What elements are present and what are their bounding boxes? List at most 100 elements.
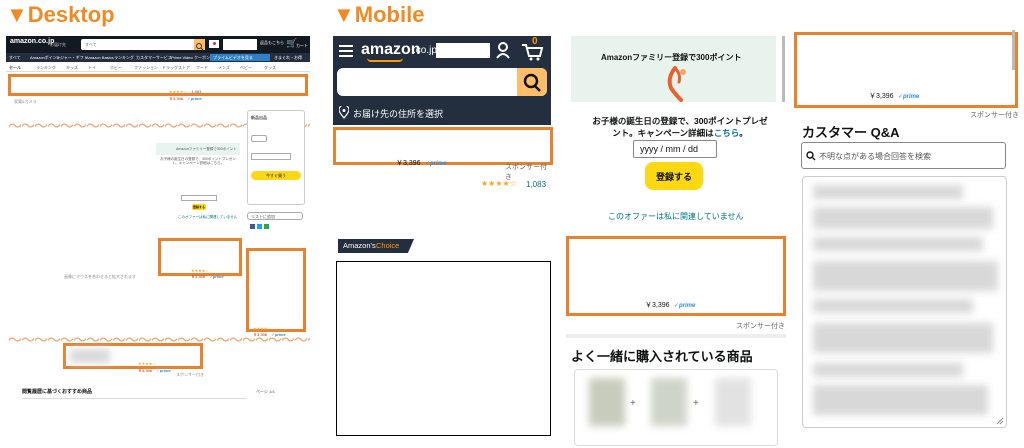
category-item[interactable]: キッズ [66,65,78,71]
desktop-family-desc: お子様の誕生日の登録で、300ポイントプレゼント。キャンペーン詳細はこちら。 [160,157,236,165]
amazons-choice-badge: Amazon's Choice [338,239,414,253]
category-item[interactable]: ベビー [240,65,252,71]
category-item[interactable]: フード [196,65,208,71]
category-item[interactable]: ホビー [110,65,122,71]
plus-icon: + [693,398,699,409]
family-title: Amazonファミリー登録で300ポイント [601,53,742,62]
family-ad-highlight[interactable]: ￥3,396 ✓prime [566,236,786,316]
line-icon[interactable] [264,224,269,229]
qa-search-input[interactable]: 不明な点がある場合回答を検索 [801,142,1006,169]
desktop-nav-item[interactable]: すべて [9,55,21,61]
hamburger-icon[interactable] [339,45,353,57]
desktop-nav-item[interactable]: クーポン [194,55,210,61]
desktop-recs-page: ページ 1/4 [256,389,275,394]
desktop-date-input[interactable] [181,195,217,201]
desktop-family-banner[interactable]: Amazonファミリー登録で300ポイント [156,143,240,155]
category-item[interactable]: ランキング [36,65,56,71]
family-description: お子様の誕生日の登録で、300ポイントプレゼ ント。キャンペーン詳細はこちら。 [592,116,768,138]
desktop-nav-item[interactable]: Amazon Basics [86,55,114,60]
qa-panel: ￥3,396 ✓prime スポンサー付き カスタマー Q&A 不明な点がある場… [794,30,1020,446]
desktop-panel: amazon.co.jp お届け先 すべて 返品もこちら 🛒 カート すべて A… [6,36,310,446]
desktop-nav-item[interactable]: Prime Video [171,55,193,60]
desktop-nav-item[interactable]: きまぐれ・お得 [274,55,302,61]
family-sponsored: スポンサー付き [736,323,785,330]
category-item[interactable]: セール [9,65,21,71]
quantity-select[interactable] [251,135,267,142]
not-related-link[interactable]: このオファーは私に関連していません [608,211,744,222]
desktop-deliver[interactable]: お届け先 [50,42,66,48]
flag-icon[interactable] [209,40,219,48]
desktop-bottom-ad-highlight[interactable]: ★★★★☆ ￥3,396 ✓prime [63,343,203,373]
qa-title: カスタマー Q&A [802,125,900,140]
delivery-select[interactable] [251,153,291,160]
resize-handle-icon[interactable] [996,417,1004,425]
plus-icon: + [630,398,636,409]
add-to-list-button[interactable]: リストに追加 [247,212,303,220]
desktop-buy-box: 新品出品 今すぐ買う [247,110,305,205]
desktop-nav-item[interactable]: カスタマーサービス [136,55,172,61]
desktop-subnav: すべて Amazonポイント レジャー・ギフト Amazon Basics ラン… [6,53,310,62]
desktop-logo[interactable]: amazon.co.jp [10,38,54,45]
location-pin-icon [339,106,349,119]
desktop-returns[interactable]: 返品もこちら [260,40,284,46]
rating-count[interactable]: 1,083 [526,180,546,189]
desktop-image-caption: 画像にマウスを合わせると拡大されます [64,274,136,279]
twitter-icon[interactable] [257,224,262,229]
qa-results[interactable] [802,176,1007,428]
desktop-header: ▼Desktop [6,2,115,27]
category-item[interactable]: ファッション [134,65,158,71]
facebook-icon[interactable] [250,224,255,229]
desktop-side-ad-highlight[interactable]: ★★★★☆ ￥3,396 ✓prime [246,248,306,337]
qa-sponsored: スポンサー付き [970,112,1019,119]
birthday-date-input[interactable]: yyyy / mm / dd [633,140,717,158]
desktop-top-ad-highlight[interactable]: ★★★★☆ 1,083 ￥3,396 ✓prime [8,74,308,101]
desktop-cart-label[interactable]: カート [296,43,308,49]
desktop-navbar: amazon.co.jp お届け先 すべて 返品もこちら 🛒 カート [6,36,310,53]
mobile-search-input[interactable] [337,68,547,96]
campaign-link[interactable]: こちら [714,128,740,138]
search-icon [523,73,541,92]
desktop-middle-ad-highlight[interactable]: ★★★★☆ ￥3,396 ✓prime [158,238,242,279]
smile-icon [367,58,403,62]
scrollbar[interactable] [782,36,785,102]
mobile-deliver[interactable]: お届け先の住所を選択 [353,107,443,120]
mobile-product-image[interactable] [336,261,551,436]
desktop-search-button[interactable] [194,39,205,51]
category-item[interactable]: グッズ [264,65,276,71]
fbt-product-image[interactable] [715,378,751,426]
fbt-product-image[interactable] [589,378,625,426]
price: ￥3,396 [169,96,184,101]
desktop-register-button[interactable]: 登録する [192,204,206,210]
mobile-ad-highlight[interactable]: ￥3,396 ✓prime [333,127,553,167]
desktop-search-input[interactable]: すべて [81,39,201,50]
user-icon[interactable] [495,41,511,59]
desktop-recs-title: 閲覧履歴に基づくおすすめ商品 [22,389,93,395]
family-banner[interactable]: Amazonファミリー登録で300ポイント [571,36,776,102]
desktop-nav-item[interactable]: ランキング [114,55,134,61]
share-icons [250,224,269,229]
category-item[interactable]: トイ [88,65,96,71]
fbt-card: + + [574,369,778,446]
mobile-header: ▼Mobile [333,2,425,27]
desktop-nav-item[interactable]: レジャー・ギフト [56,55,88,61]
scrollbar[interactable] [1012,30,1015,70]
register-button[interactable]: 登録する [645,162,703,190]
mobile-account-box[interactable] [436,43,490,58]
family-panel: Amazonファミリー登録で300ポイント お子様の誕生日の登録で、300ポイン… [566,36,786,446]
mobile-logo[interactable]: amazon [361,41,421,59]
search-icon [806,151,816,161]
desktop-category-row: セール ランキング キッズ トイ ホビー ファッション ドラッグストア フード … [6,63,310,72]
desktop-account-box[interactable] [223,39,257,50]
buy-now-button[interactable]: 今すぐ買う [251,171,301,180]
cart-count: 0 [532,36,538,47]
desktop-not-related-link[interactable]: このオファーは私に関連していません [178,215,237,220]
prime-video-button[interactable]: プライムビデオを見る [210,54,270,61]
fbt-title: よく一緒に購入されている商品 [571,349,753,364]
category-item[interactable]: ドラッグストア [162,65,190,71]
category-item[interactable]: メンズ [218,65,230,71]
fbt-product-image[interactable] [651,378,687,426]
mobile-search-button[interactable] [517,68,547,96]
qa-ad-highlight[interactable]: ￥3,396 ✓prime [794,32,1018,108]
mobile-logo-suffix: .co.jp [413,45,437,56]
desktop-breadcrumb[interactable]: 家電&カメラ [14,99,37,105]
